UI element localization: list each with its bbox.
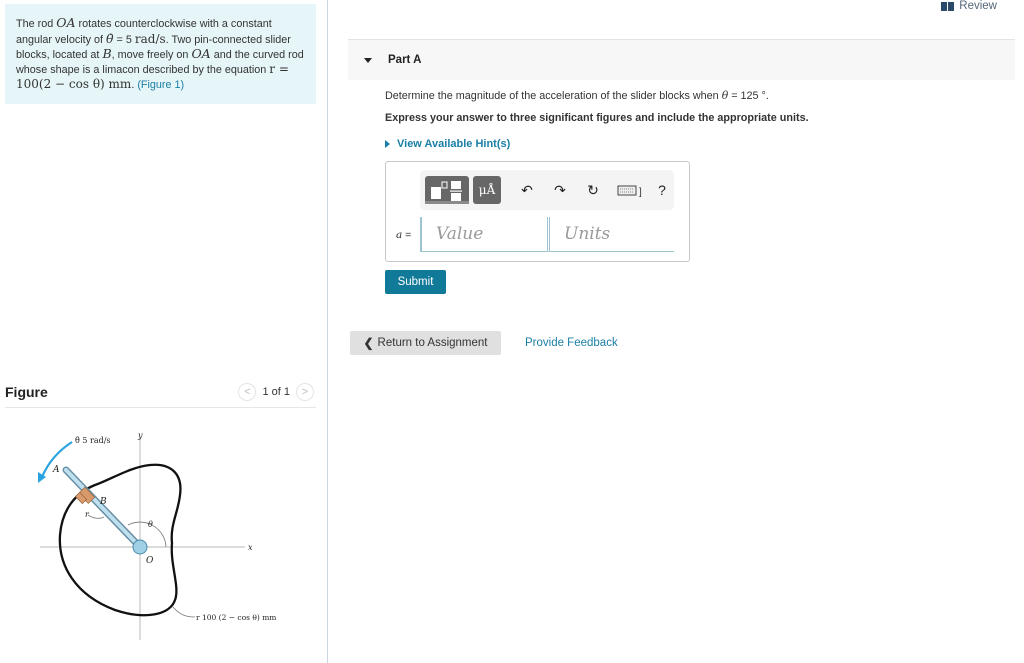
keyboard-icon[interactable]: ]	[616, 181, 646, 199]
label-a: A	[52, 465, 60, 475]
units-button[interactable]: μÅ	[473, 176, 501, 204]
label-curve-equation: r 100 (2 − cos θ) mm	[196, 613, 276, 622]
review-link[interactable]: Review	[941, 0, 997, 12]
templates-button[interactable]	[425, 176, 469, 204]
chevron-left-icon: ❮	[363, 336, 374, 350]
figure-pager: < 1 of 1 >	[238, 383, 314, 401]
figure-counter: 1 of 1	[262, 386, 290, 398]
part-a-title: Part A	[388, 54, 422, 66]
submit-button[interactable]: Submit	[385, 270, 446, 294]
units-input[interactable]	[547, 217, 674, 252]
caret-right-icon	[385, 140, 390, 148]
return-to-assignment-button[interactable]: ❮ Return to Assignment	[350, 331, 501, 355]
undo-icon[interactable]: ↶	[518, 181, 536, 199]
label-b: B	[99, 497, 107, 507]
answer-box: μÅ ↶ ↷ ↻ ] ? a =	[385, 161, 690, 262]
keyboard-glyph: ]	[617, 185, 642, 198]
limacon-figure: θ̇ 5 rad/s y x A B r θ O r 100 (2 − cos …	[38, 431, 276, 640]
label-theta-dot: θ̇ 5 rad/s	[75, 436, 111, 445]
math-toolbar: μÅ ↶ ↷ ↻ ] ?	[420, 170, 674, 210]
reset-icon[interactable]: ↻	[584, 181, 602, 199]
view-hints-toggle[interactable]: View Available Hint(s)	[385, 138, 510, 150]
chevron-right-icon: >	[301, 386, 309, 398]
pivot-o	[132, 539, 148, 555]
label-y: y	[137, 431, 143, 440]
caret-down-icon	[364, 57, 372, 63]
arrow-head	[38, 472, 46, 483]
r-leader	[87, 514, 105, 519]
chevron-left-icon: <	[244, 386, 251, 398]
figure-prev-button[interactable]: <	[238, 383, 257, 401]
redo-icon[interactable]: ↷	[551, 181, 569, 199]
svg-text:]: ]	[639, 187, 642, 198]
label-r: r	[85, 510, 90, 519]
help-icon[interactable]: ?	[653, 181, 671, 199]
label-theta: θ	[148, 520, 153, 529]
problem-panel: The rod OA rotates counterclockwise with…	[0, 0, 327, 663]
question-text: Determine the magnitude of the accelerat…	[385, 89, 769, 102]
book-icon	[941, 1, 955, 11]
value-input[interactable]	[420, 217, 547, 252]
panel-divider[interactable]	[327, 0, 328, 663]
label-o: O	[146, 556, 154, 566]
figure-link[interactable]: (Figure 1)	[137, 79, 184, 91]
label-x: x	[248, 543, 253, 552]
answer-instructions: Express your answer to three significant…	[385, 112, 809, 124]
answer-variable-label: a =	[396, 229, 412, 241]
figure-title: Figure	[5, 384, 48, 400]
provide-feedback-link[interactable]: Provide Feedback	[525, 337, 618, 349]
figure-next-button[interactable]: >	[296, 383, 314, 401]
templates-icon	[425, 181, 469, 204]
problem-statement: The rod OA rotates counterclockwise with…	[5, 4, 316, 104]
curve-leader	[172, 606, 196, 618]
part-a-header[interactable]: Part A	[348, 40, 1015, 80]
figure-header: Figure < 1 of 1 >	[5, 383, 316, 408]
